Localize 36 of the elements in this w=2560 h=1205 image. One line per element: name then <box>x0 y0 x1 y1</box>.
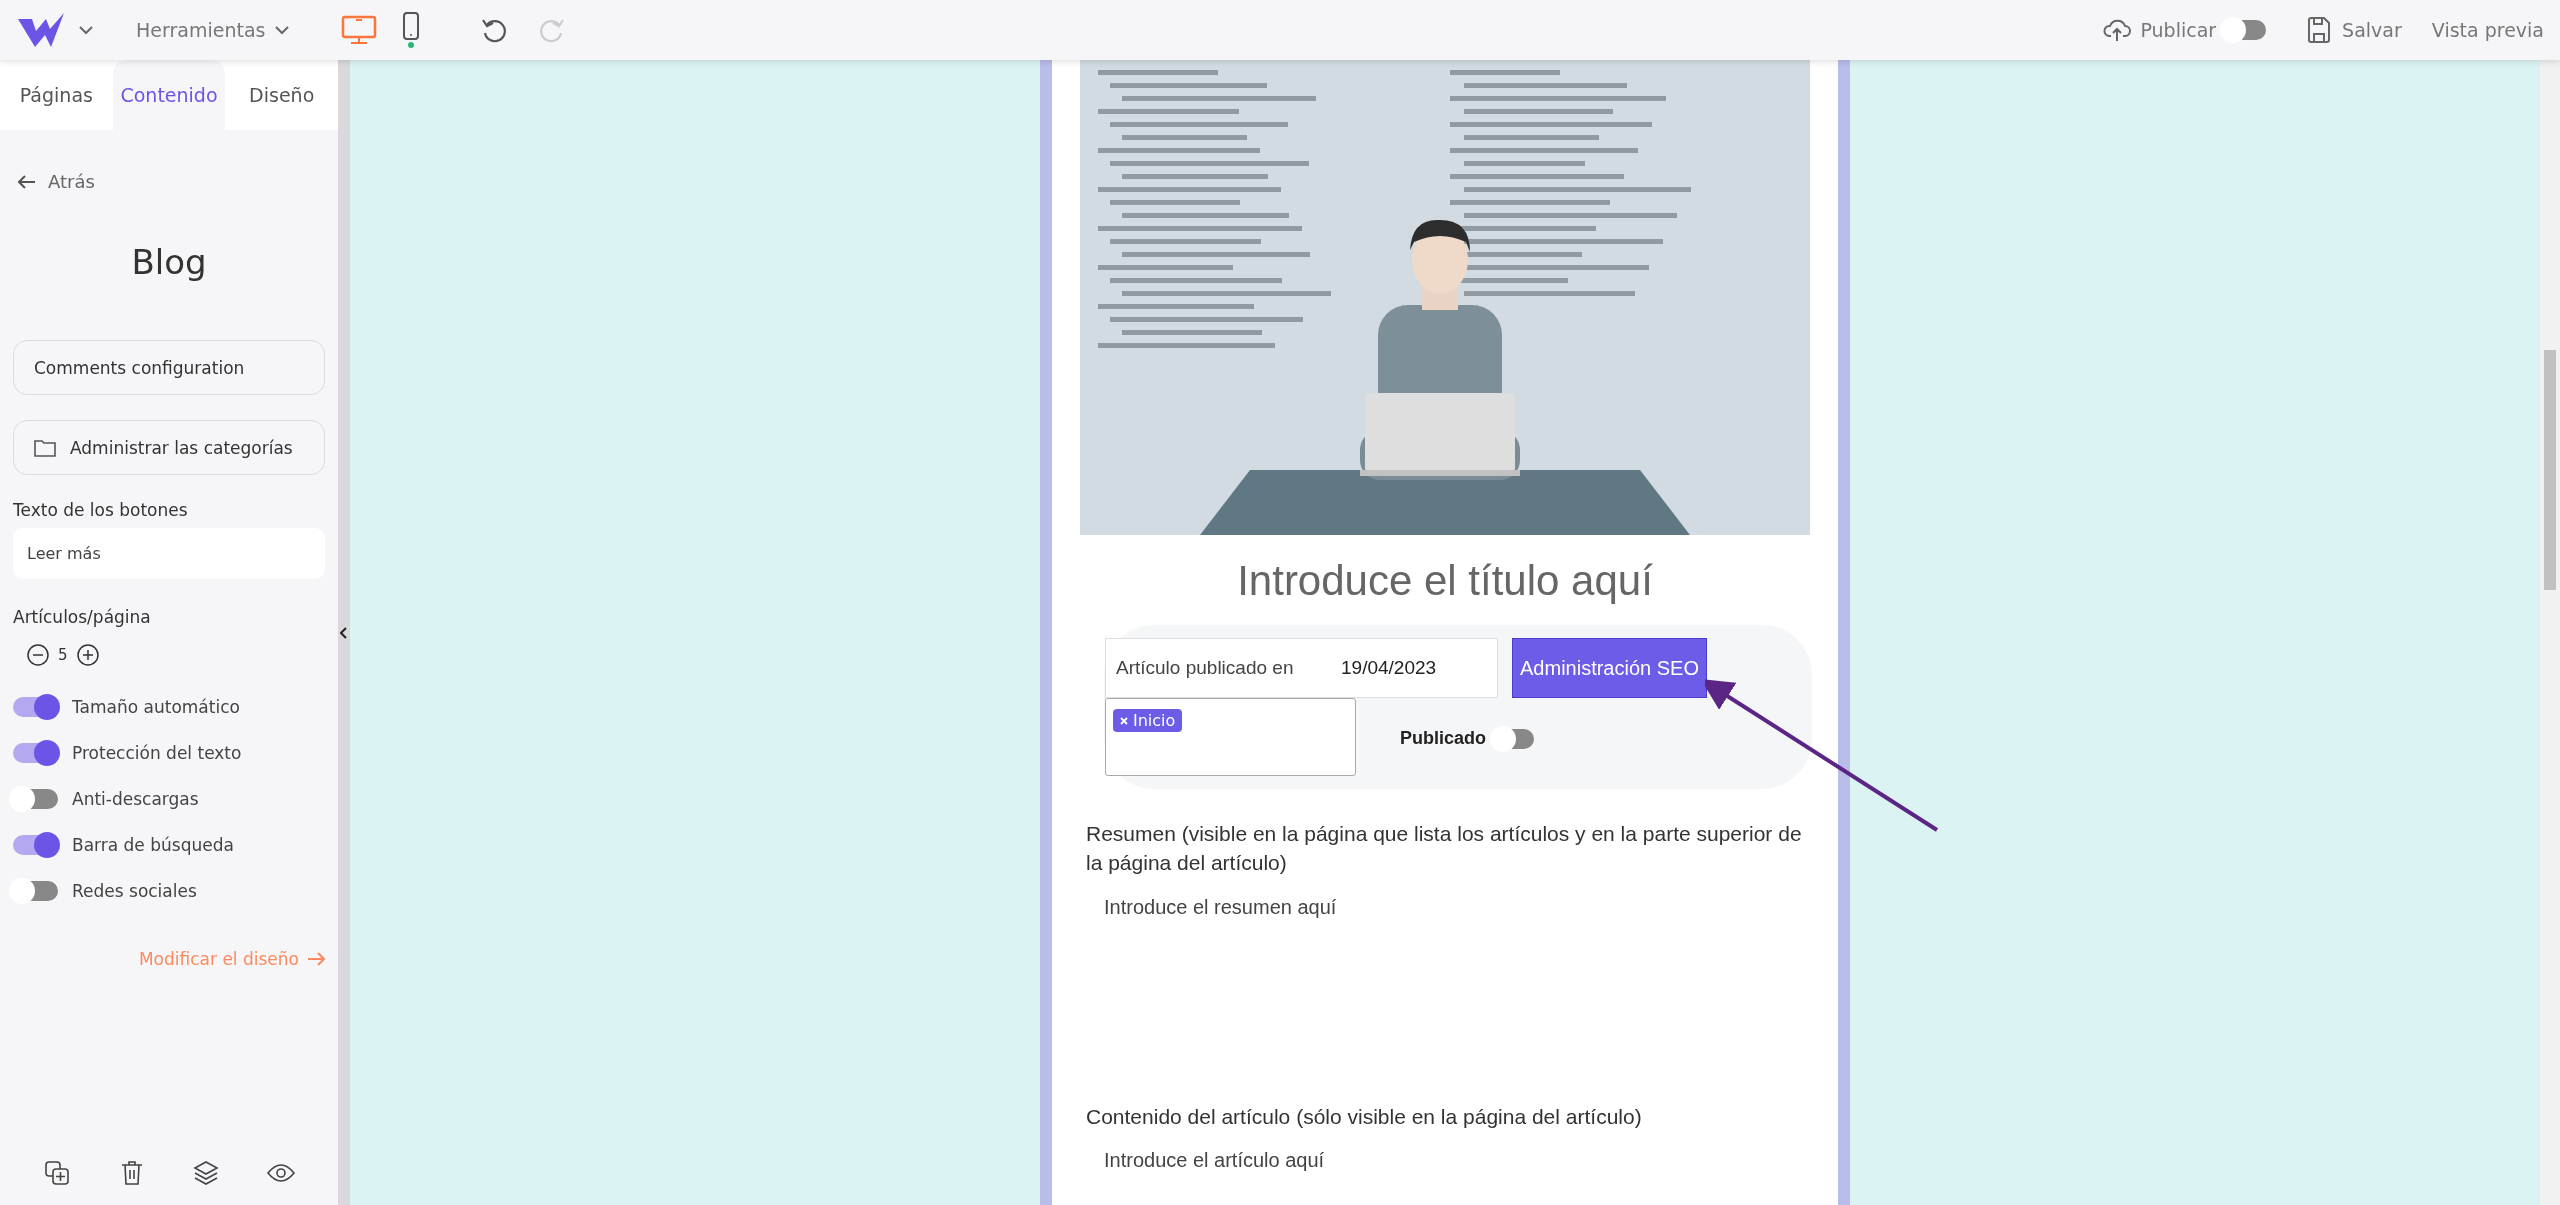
content-label: Contenido del artículo (sólo visible en la página del artículo) <box>1086 1103 1643 1130</box>
seo-button[interactable]: Administración SEO <box>1512 638 1707 698</box>
field-label: Artículos/página <box>13 607 152 627</box>
toggle-label: Tamaño automático <box>72 697 240 717</box>
toggle-label: Redes sociales <box>72 881 197 901</box>
arrow-right-icon <box>307 952 325 966</box>
preview-button[interactable]: Vista previa <box>2431 19 2544 41</box>
sidebar-tab[interactable]: Contenido <box>112 60 226 130</box>
publish-button[interactable]: Publicar <box>2140 19 2217 41</box>
article-title[interactable]: Introduce el título aquí <box>1052 557 1838 605</box>
tools-menu[interactable]: Herramientas <box>136 19 290 41</box>
back-link[interactable]: Atrás <box>18 171 95 192</box>
summary-field[interactable]: Introduce el resumen aquí <box>1104 895 1814 1072</box>
category-field[interactable]: Inicio <box>1105 698 1356 776</box>
save-button[interactable]: Salvar <box>2342 19 2402 41</box>
categories-button[interactable]: Administrar las categorías <box>13 420 325 475</box>
category-tag[interactable]: Inicio <box>1113 709 1183 732</box>
folder-icon <box>34 438 56 457</box>
arrow-left-icon <box>18 174 36 189</box>
toggle-switch[interactable] <box>13 835 58 855</box>
comments-button[interactable]: Comments configuration <box>13 340 325 395</box>
button-text-field[interactable]: Leer más <box>13 528 325 579</box>
date-field[interactable]: Artículo publicado en 19/04/2023 <box>1105 638 1498 698</box>
toggle-label: Anti-descargas <box>72 789 199 809</box>
published-label: Publicado <box>1400 728 1486 749</box>
toggle-switch[interactable] <box>13 743 58 763</box>
toggle-label: Protección del texto <box>72 743 242 763</box>
panel-title: Blog <box>130 242 208 282</box>
toggle-switch[interactable] <box>13 697 58 717</box>
field-label: Texto de los botones <box>13 500 189 520</box>
toggle-label: Barra de búsqueda <box>72 835 234 855</box>
summary-label: Resumen (visible en la página que lista los artículos y en la parte superior de la página del artículo) <box>1086 821 1803 877</box>
close-icon <box>1120 716 1128 725</box>
chevron-down-icon <box>275 25 290 35</box>
content-field[interactable]: Introduce el artículo aquí <box>1104 1149 1814 1205</box>
articles-count: 5 <box>58 646 68 664</box>
